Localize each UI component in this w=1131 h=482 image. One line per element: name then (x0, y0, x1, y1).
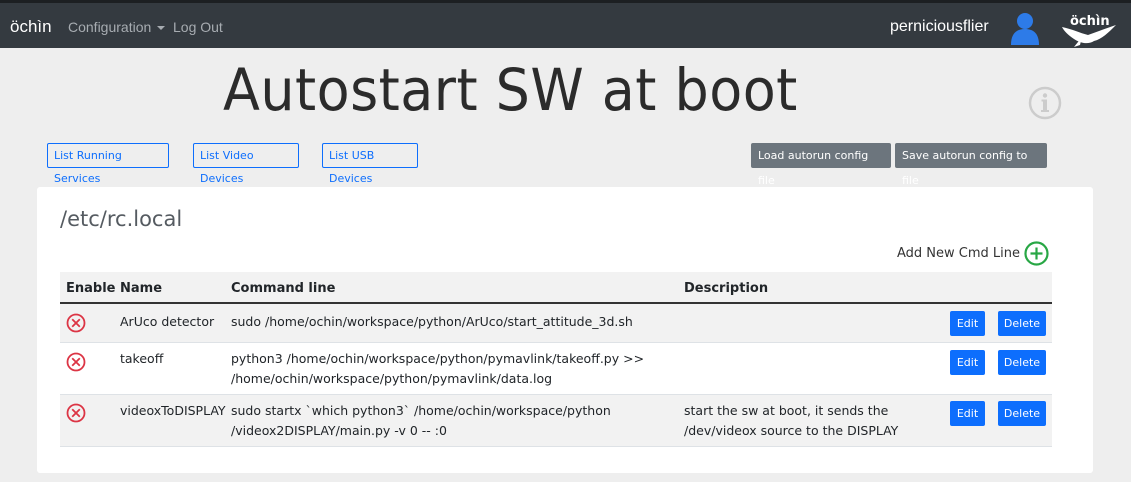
list-video-devices-button[interactable]: List Video Devices (193, 143, 299, 185)
add-circle-icon[interactable] (1024, 241, 1049, 266)
info-icon[interactable] (1028, 86, 1062, 120)
cmd-table: Enable Name Command line Description ArU… (60, 272, 1052, 447)
logout-link[interactable]: Log Out (173, 19, 223, 35)
save-config-button[interactable]: Save autorun config to file (895, 143, 1047, 187)
page-title: Autostart SW at boot (223, 56, 798, 124)
brand-link[interactable]: öchìn (10, 17, 52, 37)
edit-button[interactable]: Edit (950, 401, 985, 426)
table-row: ArUco detector sudo /home/ochin/workspac… (60, 304, 1052, 343)
table-row: videoxToDISPLAY sudo startx `which pytho… (60, 395, 1052, 447)
chevron-down-icon (157, 26, 166, 31)
header-description: Description (684, 281, 769, 296)
ochin-logo: öchìn (1062, 14, 1116, 47)
row-description-line-1: start the sw at boot, it sends the (684, 403, 889, 418)
disabled-x-icon[interactable] (66, 313, 86, 333)
list-running-services-button[interactable]: List Running Services (47, 143, 169, 185)
row-command-line-2: /videox2DISPLAY/main.py -v 0 -- :0 (231, 423, 447, 438)
list-usb-devices-button[interactable]: List USB Devices (322, 143, 418, 185)
header-command-line: Command line (231, 281, 336, 296)
card-title: /etc/rc.local (60, 207, 183, 231)
delete-button[interactable]: Delete (998, 350, 1046, 375)
load-config-button[interactable]: Load autorun config file (751, 143, 891, 187)
rc-local-card: /etc/rc.local Add New Cmd Line Enable Na… (37, 187, 1093, 473)
edit-button[interactable]: Edit (950, 350, 985, 375)
logo-text: öchìn (1070, 14, 1110, 29)
configuration-label: Configuration (68, 19, 152, 35)
delete-button[interactable]: Delete (998, 401, 1046, 426)
row-name: takeoff (120, 351, 164, 366)
table-header: Enable Name Command line Description (60, 272, 1052, 304)
delete-button[interactable]: Delete (998, 311, 1046, 336)
top-navbar: öchìn Configuration Log Out perniciousfl… (0, 0, 1131, 48)
row-name: videoxToDISPLAY (120, 403, 226, 418)
username-label[interactable]: perniciousflier (890, 18, 989, 36)
edit-button[interactable]: Edit (950, 311, 985, 336)
row-command: sudo /home/ochin/workspace/python/ArUco/… (231, 314, 633, 329)
row-description-line-2: /dev/videox source to the DISPLAY (684, 423, 899, 438)
header-name: Name (120, 281, 163, 296)
disabled-x-icon[interactable] (66, 352, 86, 372)
disabled-x-icon[interactable] (66, 403, 86, 423)
header-enable: Enable (66, 281, 116, 296)
row-name: ArUco detector (120, 314, 215, 329)
row-command-line-1: python3 /home/ochin/workspace/python/pym… (231, 351, 645, 366)
user-avatar-icon[interactable] (1009, 11, 1041, 45)
row-command-line-1: sudo startx `which python3` /home/ochin/… (231, 403, 611, 418)
configuration-menu[interactable]: Configuration (68, 19, 166, 35)
table-row: takeoff python3 /home/ochin/workspace/py… (60, 343, 1052, 395)
add-cmd-line-label: Add New Cmd Line (897, 246, 1021, 261)
row-command-line-2: /home/ochin/workspace/python/pymavlink/d… (231, 371, 553, 386)
